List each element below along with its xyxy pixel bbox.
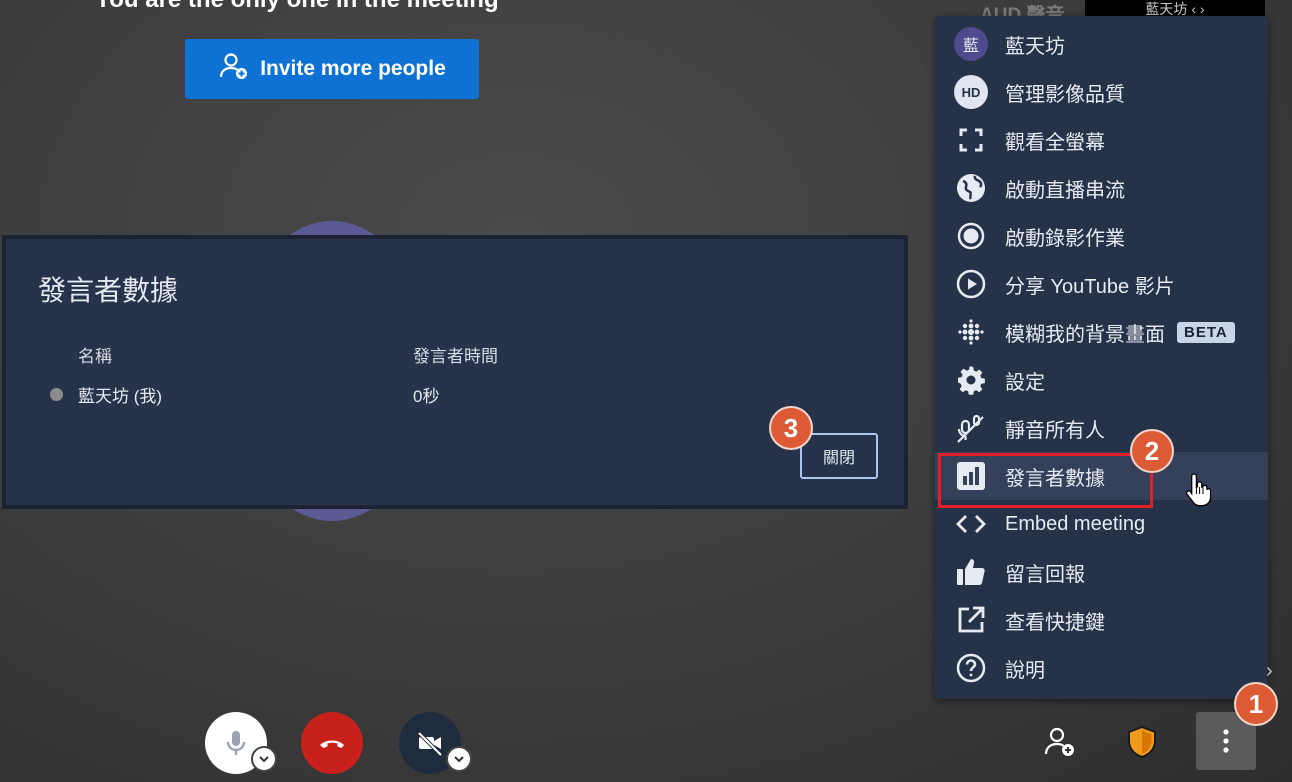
more-vertical-icon: [1223, 729, 1229, 753]
invite-more-people-button[interactable]: Invite more people: [185, 39, 479, 99]
menu-item-speaker-stats[interactable]: 發言者數據: [935, 452, 1268, 500]
menu-item-fullscreen[interactable]: 觀看全螢幕: [935, 116, 1268, 164]
step-2-badge: 2: [1132, 431, 1172, 471]
bar-chart-icon: [953, 458, 989, 494]
menu-item-label: 啟動錄影作業: [1005, 227, 1125, 250]
camera-options-chevron[interactable]: [446, 746, 472, 772]
security-button[interactable]: [1122, 722, 1162, 762]
step-1-badge: 1: [1236, 684, 1276, 724]
speaker-status-dot: [50, 388, 63, 401]
record-icon: [953, 218, 989, 254]
chevron-down-icon: [259, 756, 269, 763]
menu-item-label: 模糊我的背景畫面: [1005, 323, 1165, 346]
menu-item-help[interactable]: 說明: [935, 644, 1268, 692]
video-off-icon: [417, 731, 443, 757]
menu-item-label: 說明: [1005, 659, 1045, 682]
mic-options-chevron[interactable]: [251, 746, 277, 772]
chevron-down-icon: [454, 756, 464, 763]
external-link-icon: [953, 602, 989, 638]
blur-icon: [953, 314, 989, 350]
menu-item-live-stream[interactable]: 啟動直播串流: [935, 164, 1268, 212]
menu-item-label: 靜音所有人: [1005, 419, 1105, 442]
speaker-time: 0秒: [413, 387, 440, 406]
mute-all-icon: [953, 410, 989, 446]
menu-item-embed-meeting[interactable]: Embed meeting: [935, 500, 1268, 548]
add-person-icon: [1044, 727, 1074, 756]
menu-item-label: 啟動直播串流: [1005, 179, 1125, 202]
thumbs-up-icon: [953, 554, 989, 590]
menu-item-label: 藍天坊: [1005, 35, 1065, 58]
play-circle-icon: [953, 266, 989, 302]
hang-up-button[interactable]: [301, 712, 363, 774]
menu-item-profile[interactable]: 藍 藍天坊: [935, 20, 1268, 68]
menu-item-video-quality[interactable]: HD 管理影像品質: [935, 68, 1268, 116]
gear-icon: [953, 362, 989, 398]
menu-item-settings[interactable]: 設定: [935, 356, 1268, 404]
step-3-badge: 3: [771, 408, 811, 448]
speaker-name: 藍天坊 (我): [78, 387, 163, 406]
help-icon: [953, 650, 989, 686]
beta-badge: BETA: [1177, 321, 1235, 343]
avatar: 藍: [954, 27, 988, 61]
meeting-banner-text: You are the only one in the meeting: [95, 0, 499, 14]
more-actions-menu: 藍 藍天坊 HD 管理影像品質 觀看全螢幕 啟動直播串流 啟動錄影作業 分享 Y…: [935, 16, 1268, 699]
dialog-title: 發言者數據: [38, 275, 179, 306]
menu-item-recording[interactable]: 啟動錄影作業: [935, 212, 1268, 260]
hd-icon: HD: [954, 75, 988, 109]
menu-item-label: 發言者數據: [1005, 467, 1105, 490]
add-person-icon: [218, 50, 250, 88]
close-button[interactable]: 關閉: [800, 433, 878, 479]
microphone-icon: [226, 731, 246, 755]
menu-item-shortcuts[interactable]: 查看快捷鍵: [935, 596, 1268, 644]
menu-item-label: Embed meeting: [1005, 512, 1146, 535]
globe-icon: [953, 170, 989, 206]
menu-item-label: 設定: [1005, 371, 1045, 394]
menu-item-share-youtube[interactable]: 分享 YouTube 影片: [935, 260, 1268, 308]
column-header-time: 發言者時間: [413, 347, 498, 366]
shield-icon: [1128, 725, 1156, 759]
menu-item-label: 管理影像品質: [1005, 83, 1125, 106]
chevron-right-icon: ›: [1266, 660, 1273, 682]
hand-cursor-icon: [1185, 472, 1212, 508]
code-icon: [953, 506, 989, 542]
hang-up-icon: [320, 740, 344, 748]
menu-item-label: 查看快捷鍵: [1005, 611, 1105, 634]
invite-label: Invite more people: [260, 57, 446, 80]
menu-item-blur-background[interactable]: 模糊我的背景畫面 BETA: [935, 308, 1268, 356]
speaker-stats-dialog: 發言者數據 名稱 發言者時間 藍天坊 (我) 0秒 關閉: [2, 235, 908, 509]
menu-item-mute-everyone[interactable]: 靜音所有人: [935, 404, 1268, 452]
menu-item-label: 分享 YouTube 影片: [1005, 275, 1175, 298]
menu-item-feedback[interactable]: 留言回報: [935, 548, 1268, 596]
column-header-name: 名稱: [78, 347, 112, 366]
menu-item-label: 觀看全螢幕: [1005, 131, 1105, 154]
fullscreen-icon: [953, 122, 989, 158]
invite-icon-button[interactable]: [1040, 722, 1080, 762]
menu-item-label: 留言回報: [1005, 563, 1085, 586]
